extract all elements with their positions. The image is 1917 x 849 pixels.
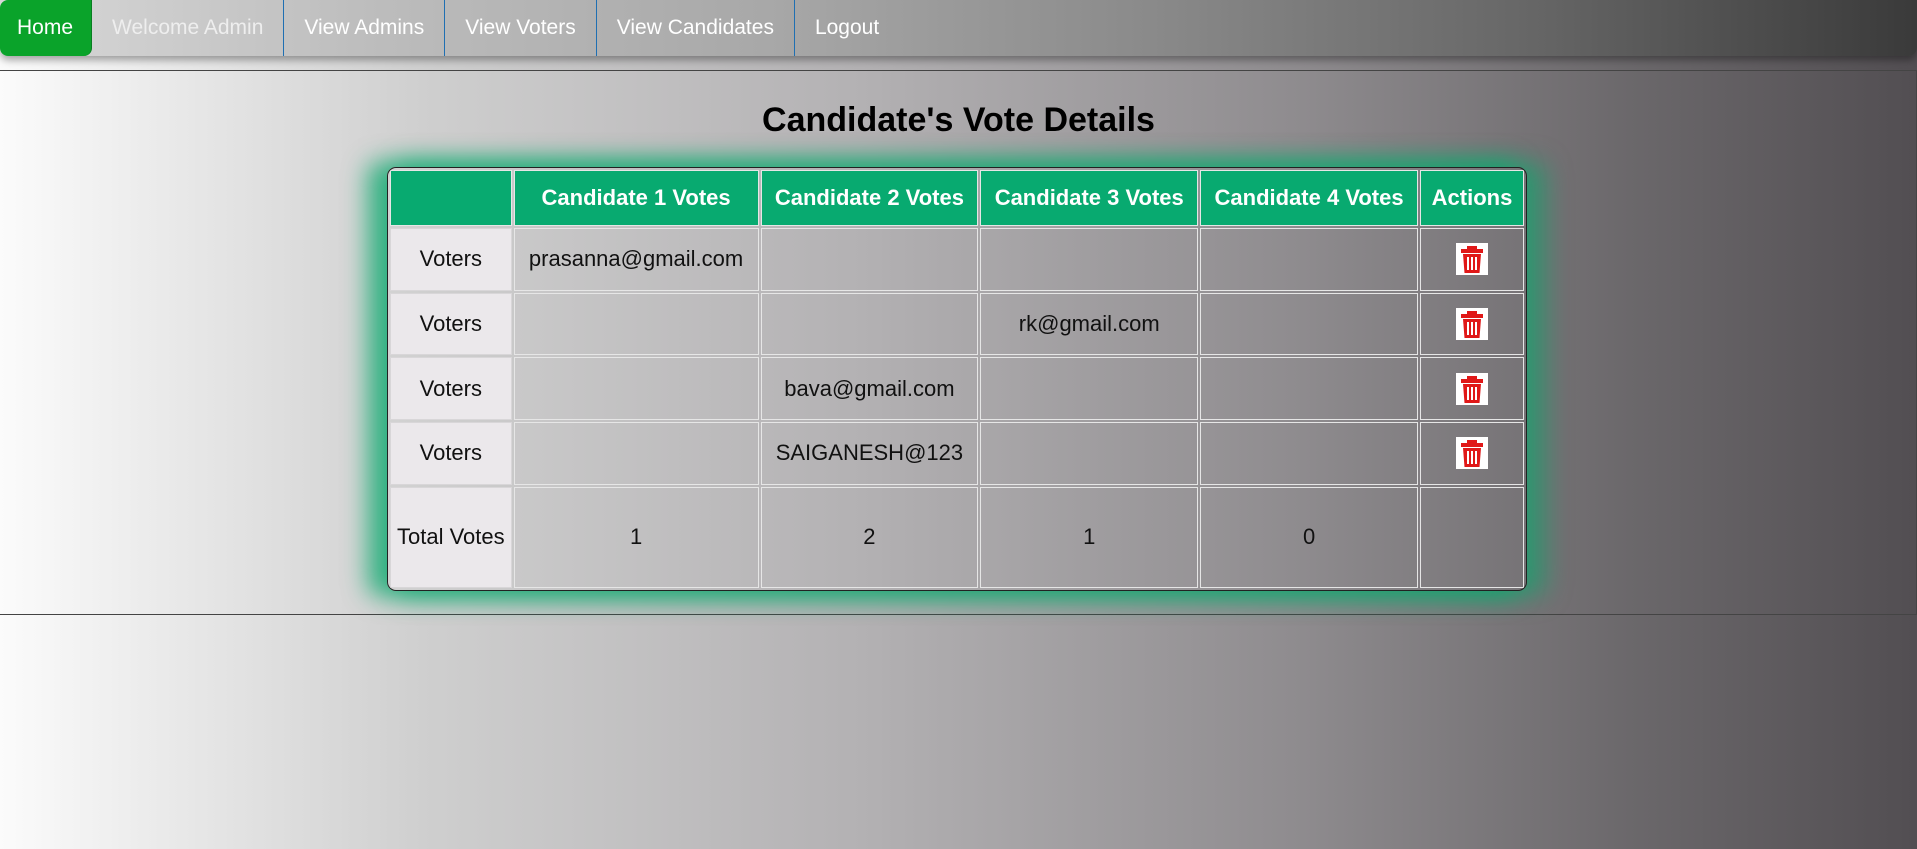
row-label: Voters [390,292,512,356]
trash-icon[interactable] [1456,437,1488,470]
trash-icon[interactable] [1456,308,1488,341]
table-row: Voters SAIGANESH@123 [390,422,1524,485]
total-votes-empty-cell [1420,486,1524,588]
votes-table-container: Candidate 1 Votes Candidate 2 Votes Cand… [387,167,1527,591]
total-votes-cell: 2 [760,486,979,588]
table-cell [760,228,979,291]
row-label: Voters [390,357,512,421]
table-cell [1200,357,1418,421]
trash-icon[interactable] [1456,243,1488,276]
total-votes-cell: 1 [980,486,1199,588]
table-cell [980,422,1199,485]
total-votes-cell: 0 [1200,486,1418,588]
table-cell: bava@gmail.com [760,357,979,421]
table-cell [980,357,1199,421]
table-cell [1200,228,1418,291]
table-cell [760,292,979,356]
table-cell: SAIGANESH@123 [760,422,979,485]
content-panel: Candidate's Vote Details Candidate 1 Vot… [0,70,1917,615]
column-header-empty [390,170,512,226]
nav-logout[interactable]: Logout [795,0,899,56]
table-row: Voters prasanna@gmail.com [390,228,1524,291]
nav-view-candidates[interactable]: View Candidates [597,0,795,56]
table-cell: rk@gmail.com [980,292,1199,356]
column-header-actions: Actions [1420,170,1524,226]
row-label: Voters [390,228,512,291]
table-cell [513,357,759,421]
table-cell [513,422,759,485]
table-cell [513,292,759,356]
total-votes-row: Total Votes 1 2 1 0 [390,486,1524,588]
actions-cell [1420,422,1524,485]
column-header-candidate-4: Candidate 4 Votes [1200,170,1418,226]
table-cell [1200,422,1418,485]
nav-view-voters[interactable]: View Voters [445,0,597,56]
actions-cell [1420,292,1524,356]
column-header-candidate-2: Candidate 2 Votes [760,170,979,226]
column-header-candidate-1: Candidate 1 Votes [513,170,759,226]
table-cell [980,228,1199,291]
nav-home[interactable]: Home [0,0,93,56]
table-row: Voters bava@gmail.com [390,357,1524,421]
actions-cell [1420,357,1524,421]
table-header-row: Candidate 1 Votes Candidate 2 Votes Cand… [390,170,1524,226]
page-title: Candidate's Vote Details [762,101,1155,139]
actions-cell [1420,228,1524,291]
table-row: Voters rk@gmail.com [390,292,1524,356]
table-cell [1200,292,1418,356]
total-votes-cell: 1 [513,486,759,588]
trash-icon[interactable] [1456,372,1488,405]
nav-welcome-admin[interactable]: Welcome Admin [92,0,285,56]
row-label: Voters [390,422,512,485]
table-cell: prasanna@gmail.com [513,228,759,291]
top-navbar: Home Welcome Admin View Admins View Vote… [0,0,1917,56]
nav-view-admins[interactable]: View Admins [284,0,446,56]
votes-table: Candidate 1 Votes Candidate 2 Votes Cand… [388,168,1526,590]
column-header-candidate-3: Candidate 3 Votes [980,170,1199,226]
total-votes-label: Total Votes [390,486,512,588]
